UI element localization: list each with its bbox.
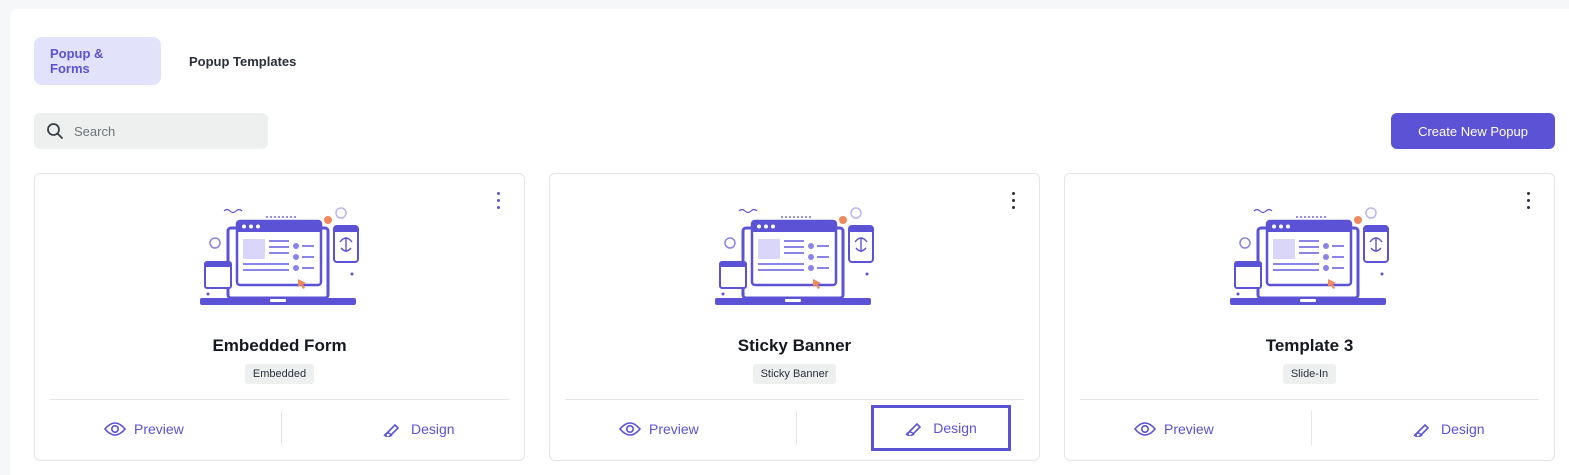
type-badge: Embedded — [244, 364, 315, 384]
type-badge: Slide-In — [1282, 364, 1337, 384]
design-button[interactable]: Design — [871, 405, 1011, 451]
eye-icon — [619, 422, 641, 436]
more-options-icon[interactable] — [496, 192, 502, 214]
type-badge: Sticky Banner — [752, 364, 837, 384]
pen-icon — [905, 422, 922, 436]
preview-label: Preview — [649, 421, 699, 437]
eye-icon — [104, 422, 126, 436]
preview-button[interactable]: Preview — [104, 407, 184, 451]
divider — [1311, 411, 1312, 445]
eye-icon — [1134, 422, 1156, 436]
more-options-icon[interactable] — [1526, 192, 1532, 214]
design-button[interactable]: Design — [383, 407, 455, 451]
search-icon — [47, 123, 63, 139]
divider — [281, 411, 282, 445]
tab-popup-forms[interactable]: Popup & Forms — [34, 37, 161, 85]
divider — [50, 399, 509, 400]
form-illustration — [200, 207, 359, 305]
pen-icon — [383, 423, 400, 437]
card-title: Embedded Form — [212, 336, 347, 355]
design-label: Design — [1441, 421, 1485, 437]
card-title: Template 3 — [1265, 336, 1354, 355]
divider — [1080, 399, 1539, 400]
preview-button[interactable]: Preview — [1134, 407, 1214, 451]
create-new-popup-button[interactable]: Create New Popup — [1391, 113, 1555, 149]
preview-button[interactable]: Preview — [619, 407, 699, 451]
search-input[interactable] — [72, 122, 256, 140]
preview-label: Preview — [1164, 421, 1214, 437]
divider — [565, 399, 1024, 400]
preview-label: Preview — [134, 421, 184, 437]
form-illustration — [1230, 207, 1389, 305]
popup-card: Sticky Banner Sticky Banner Preview Desi… — [549, 173, 1040, 461]
tab-popup-templates[interactable]: Popup Templates — [173, 37, 312, 85]
design-label: Design — [411, 421, 455, 437]
form-illustration — [715, 207, 874, 305]
popup-card: Template 3 Slide-In Preview Design — [1064, 173, 1555, 461]
tab-bar: Popup & Forms Popup Templates — [34, 37, 312, 85]
design-label: Design — [933, 420, 977, 436]
design-button[interactable]: Design — [1413, 407, 1485, 451]
more-options-icon[interactable] — [1011, 192, 1017, 214]
search-box — [34, 113, 268, 149]
pen-icon — [1413, 423, 1430, 437]
card-title: Sticky Banner — [737, 336, 852, 355]
popup-card: Embedded Form Embedded Preview Design — [34, 173, 525, 461]
divider — [796, 411, 797, 445]
